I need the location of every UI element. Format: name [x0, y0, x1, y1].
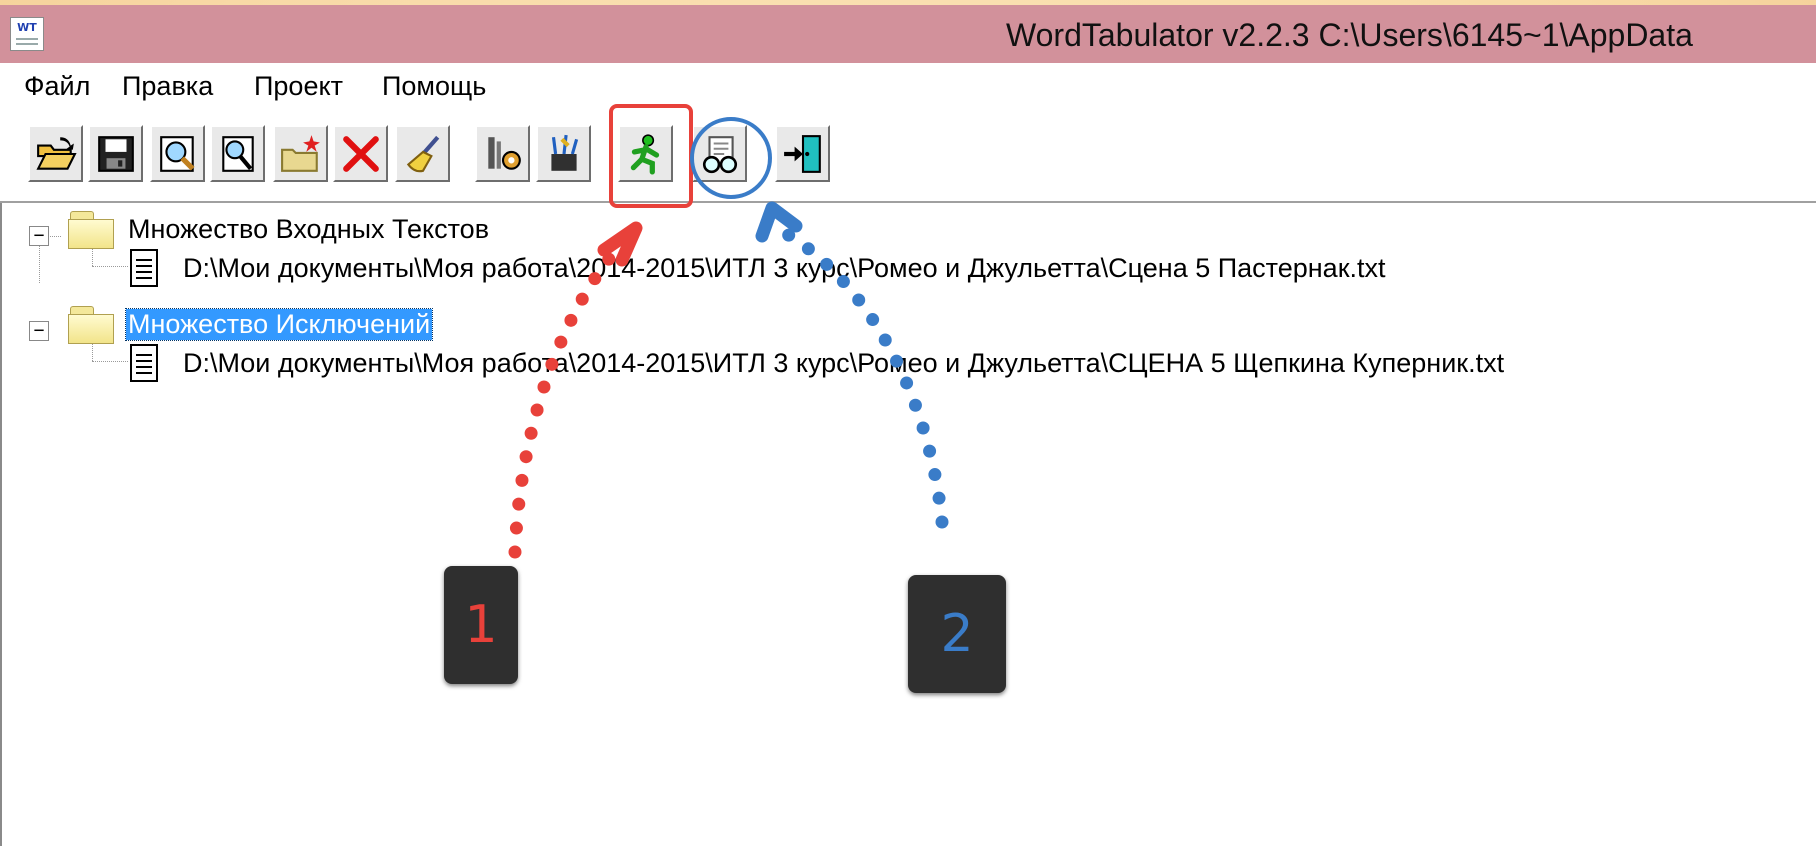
view-results-button[interactable]: [692, 125, 747, 182]
exit-button[interactable]: [775, 125, 830, 182]
annotation-label-2: 2: [908, 575, 1006, 693]
run-icon: [630, 133, 659, 174]
run-button[interactable]: [618, 125, 673, 182]
text-file-icon: [130, 344, 158, 382]
menu-file[interactable]: Файл: [24, 71, 90, 102]
app-icon[interactable]: WT: [10, 17, 44, 51]
tree-node-file[interactable]: D:\Мои документы\Моя работа\2014-2015\ИТ…: [183, 348, 1504, 379]
new-folder-icon: [280, 134, 320, 172]
exit-icon: [783, 134, 821, 173]
open-folder-icon: [35, 136, 77, 170]
tools-button[interactable]: [536, 125, 591, 182]
view-results-icon: [702, 135, 737, 173]
save-button[interactable]: [88, 125, 143, 182]
find-icon: [159, 135, 195, 172]
toolbar: [0, 103, 1816, 203]
expander-exclusions[interactable]: −: [29, 321, 49, 341]
delete-icon: [342, 135, 379, 172]
tree-node-exclusions[interactable]: Множество Исключений: [124, 308, 434, 341]
folder-icon: [68, 306, 116, 346]
delete-button[interactable]: [333, 125, 388, 182]
find-next-icon: [221, 135, 254, 172]
title-bar[interactable]: WT WordTabulator v2.2.3 C:\Users\6145~1\…: [0, 5, 1816, 64]
annotation-label-1: 1: [444, 566, 518, 684]
tools-icon: [550, 134, 578, 171]
settings-button[interactable]: [475, 125, 530, 182]
settings-icon: [487, 136, 521, 170]
tree-node-file[interactable]: D:\Мои документы\Моя работа\2014-2015\ИТ…: [183, 253, 1386, 284]
new-folder-button[interactable]: [273, 125, 328, 182]
find-next-button[interactable]: [210, 125, 265, 182]
menu-project[interactable]: Проект: [254, 71, 343, 102]
menu-edit[interactable]: Правка: [122, 71, 213, 102]
find-button[interactable]: [150, 125, 205, 182]
tree-node-input-texts[interactable]: Множество Входных Текстов: [128, 214, 489, 245]
menu-help[interactable]: Помощь: [382, 71, 486, 102]
app-window: WT WordTabulator v2.2.3 C:\Users\6145~1\…: [0, 5, 1816, 846]
tree-line: [92, 266, 128, 267]
menu-bar: Файл Правка Проект Помощь: [0, 63, 1816, 103]
project-tree[interactable]: − Множество Входных Текстов D:\Мои докум…: [0, 203, 1816, 846]
window-title: WordTabulator v2.2.3 C:\Users\6145~1\App…: [1006, 17, 1693, 53]
expander-input-texts[interactable]: −: [29, 226, 49, 246]
clear-icon: [406, 135, 439, 172]
open-button[interactable]: [28, 125, 83, 182]
text-file-icon: [130, 249, 158, 287]
clear-button[interactable]: [395, 125, 450, 182]
tree-line: [92, 361, 128, 362]
save-icon: [97, 135, 134, 172]
folder-icon: [68, 211, 116, 251]
